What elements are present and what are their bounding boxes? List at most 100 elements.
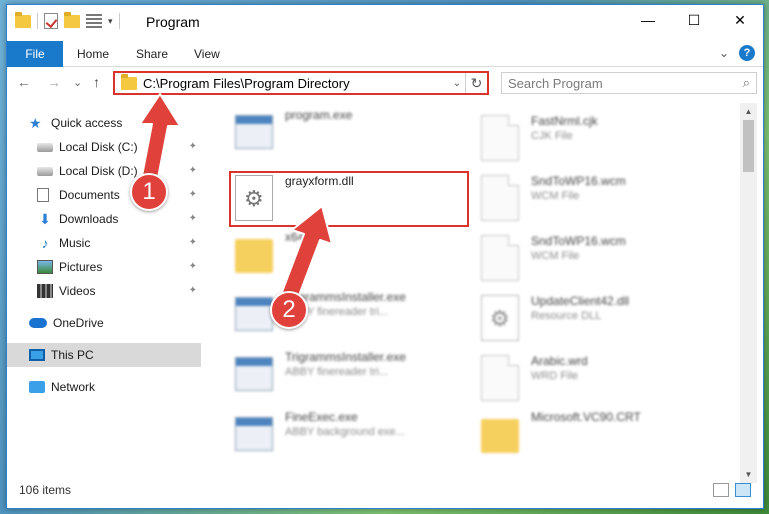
file-name: FineExec.exe (285, 410, 358, 424)
highlight-box (229, 171, 469, 227)
sidebar-item-pictures[interactable]: Pictures ✦ (7, 255, 201, 279)
file-list: program.exe grayxform.dll x64 TrigrammsI… (213, 103, 739, 471)
file-type: Resource DLL (531, 310, 602, 322)
scroll-thumb[interactable] (743, 120, 754, 172)
sidebar-item-network[interactable]: Network (7, 375, 201, 399)
exe-icon (235, 115, 273, 149)
pin-icon: ✦ (188, 285, 197, 296)
expand-ribbon-icon[interactable]: ⌄ (719, 46, 729, 60)
file-item[interactable]: TrigrammsInstaller.exe ABBY finereader t… (235, 349, 475, 407)
sidebar-item-local-disk-d[interactable]: Local Disk (D:) ✦ (7, 159, 201, 183)
file-item[interactable]: UpdateClient42.dll Resource DLL (481, 293, 721, 351)
file-item[interactable]: x64 (235, 229, 475, 287)
sidebar-item-label: OneDrive (53, 316, 104, 330)
search-input[interactable]: Search Program ⌕ (501, 72, 757, 94)
tab-share[interactable]: Share (136, 47, 168, 61)
exe-icon (235, 357, 273, 391)
documents-icon (37, 188, 49, 202)
gear-file-icon (481, 295, 519, 341)
ribbon-controls: ⌄ ? (719, 45, 755, 61)
sidebar-item-music[interactable]: ♪ Music ✦ (7, 231, 201, 255)
pin-icon: ✦ (188, 165, 197, 176)
tab-home[interactable]: Home (77, 47, 109, 61)
sidebar-item-quick-access[interactable]: ★ Quick access (7, 111, 201, 135)
file-icon (481, 115, 519, 161)
status-item-count: 106 items (19, 483, 72, 497)
file-name: SndToWP16.wcm (531, 174, 626, 188)
vertical-scrollbar[interactable]: ▲ ▼ (740, 103, 757, 483)
quick-access-toolbar: ▾ (15, 11, 120, 29)
file-item[interactable]: Arabic.wrd WRD File (481, 353, 721, 411)
file-type: WCM File (531, 190, 580, 202)
help-icon[interactable]: ? (739, 45, 755, 61)
minimize-button[interactable]: — (625, 5, 671, 35)
scroll-down-icon[interactable]: ▼ (740, 466, 757, 483)
file-item[interactable]: SndToWP16.wcm WCM File (481, 233, 721, 291)
sidebar-item-label: This PC (51, 348, 94, 362)
title-bar: ▾ Program — ☐ ✕ (7, 5, 763, 37)
file-name: Arabic.wrd (531, 354, 588, 368)
sidebar-item-label: Quick access (51, 116, 123, 130)
details-view-icon[interactable] (713, 483, 729, 497)
file-item[interactable]: Microsoft.VC90.CRT (481, 409, 721, 467)
drive-icon (37, 166, 53, 176)
file-name: Microsoft.VC90.CRT (531, 410, 641, 424)
sidebar-item-downloads[interactable]: ⬇ Downloads ✦ (7, 207, 201, 231)
this-pc-icon (29, 349, 45, 361)
sidebar-item-label: Network (51, 380, 96, 394)
file-item[interactable]: FineExec.exe ABBY background exe... (235, 409, 475, 467)
scroll-up-icon[interactable]: ▲ (740, 103, 757, 120)
file-icon (481, 235, 519, 281)
videos-icon (37, 284, 53, 298)
sidebar-item-videos[interactable]: Videos ✦ (7, 279, 201, 303)
address-bar[interactable]: C:\Program Files\Program Directory ⌄ ↻ (113, 71, 489, 95)
tab-file[interactable]: File (7, 41, 63, 67)
search-placeholder: Search Program (508, 75, 603, 91)
pin-icon: ✦ (188, 213, 197, 224)
tab-view[interactable]: View (194, 47, 220, 61)
customize-toolbar-icon[interactable] (86, 14, 102, 28)
folder-icon[interactable] (15, 11, 31, 28)
network-icon (29, 381, 45, 393)
file-item[interactable]: SndToWP16.wcm WCM File (481, 173, 721, 231)
file-item[interactable]: program.exe (235, 107, 475, 165)
sidebar-item-onedrive[interactable]: OneDrive (7, 311, 201, 335)
file-type: CJK File (531, 130, 573, 142)
refresh-icon[interactable]: ↻ (465, 73, 487, 93)
file-name: TrigrammsInstaller.exe (285, 350, 406, 364)
view-toggle (713, 483, 751, 497)
file-item[interactable]: FastNrml.cjk CJK File (481, 113, 721, 171)
step-1-badge: 1 (130, 173, 168, 211)
up-button[interactable]: ↑ (93, 74, 100, 90)
sidebar-item-label: Videos (59, 284, 96, 298)
toolbar-dropdown-icon[interactable]: ▾ (108, 16, 113, 27)
navigation-bar: ← → ⌄ ↑ C:\Program Files\Program Directo… (7, 68, 763, 98)
new-folder-icon[interactable] (64, 11, 80, 28)
exe-icon (235, 297, 273, 331)
forward-button[interactable]: → (47, 74, 61, 90)
music-icon: ♪ (41, 235, 49, 251)
sidebar-item-this-pc[interactable]: This PC (7, 343, 201, 367)
file-type: ABBY background exe... (285, 426, 405, 438)
close-button[interactable]: ✕ (717, 5, 763, 35)
sidebar-item-local-disk-c[interactable]: Local Disk (C:) ✦ (7, 135, 201, 159)
pin-icon: ✦ (188, 261, 197, 272)
window-controls: — ☐ ✕ (625, 5, 763, 35)
download-icon: ⬇ (39, 210, 51, 227)
file-name: program.exe (285, 108, 353, 122)
address-dropdown-icon[interactable]: ⌄ (449, 78, 465, 89)
sidebar-item-documents[interactable]: Documents ✦ (7, 183, 201, 207)
exe-icon (235, 417, 273, 451)
divider (37, 13, 38, 29)
ribbon: File Home Share View ⌄ ? (7, 41, 763, 67)
back-button[interactable]: ← (17, 74, 31, 90)
folder-icon (235, 239, 273, 273)
maximize-button[interactable]: ☐ (671, 5, 717, 35)
window-title: Program (146, 14, 200, 30)
properties-check-icon[interactable] (44, 13, 58, 29)
folder-icon (481, 419, 519, 453)
tiles-view-icon[interactable] (735, 483, 751, 497)
recent-locations-button[interactable]: ⌄ (73, 76, 82, 89)
address-path[interactable]: C:\Program Files\Program Directory (143, 76, 449, 91)
file-name: UpdateClient42.dll (531, 294, 630, 308)
